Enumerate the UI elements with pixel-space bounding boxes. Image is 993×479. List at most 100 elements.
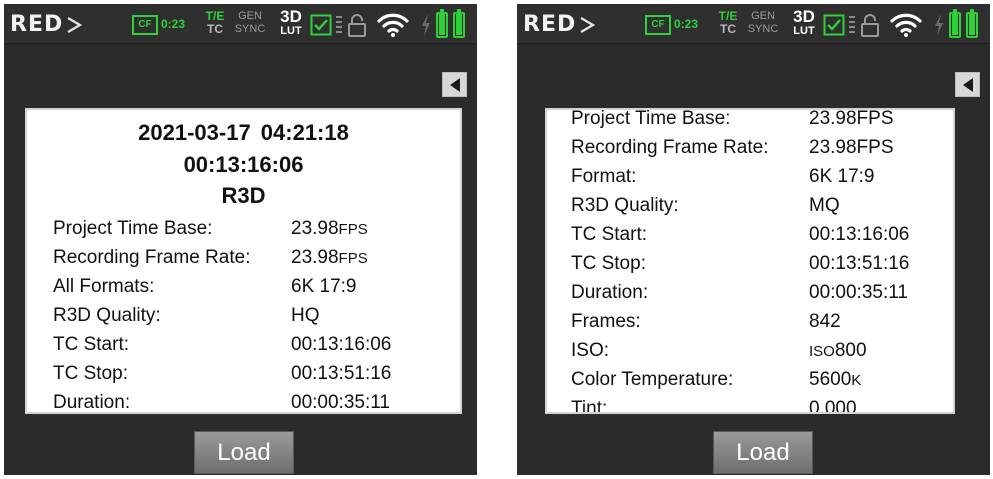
play-arrow-icon (580, 17, 596, 33)
info-value: 842 (809, 311, 841, 332)
info-label: Duration: (571, 282, 649, 303)
info-value: 00:00:35:11 (809, 282, 908, 303)
lightning-bolt-icon (935, 14, 943, 36)
chevron-left-icon (450, 78, 460, 92)
back-button[interactable] (955, 72, 980, 97)
info-row: Duration: 00:00:35:11 (27, 388, 460, 413)
info-value: HQ (291, 305, 320, 326)
clip-info-panel[interactable]: 2021-03-17 04:21:18 00:13:16:06 R3D Proj… (25, 108, 462, 414)
checkbox-icon (823, 14, 845, 36)
info-row: Format: 6K 17:9 (547, 162, 953, 191)
info-row: All Formats: 6K 17:9 (27, 272, 460, 301)
lightning-bolt-icon (422, 14, 430, 36)
info-row: Tint: 0.000 (547, 394, 953, 414)
clip-info-panel[interactable]: Project Time Base: 23.98FPS Recording Fr… (545, 108, 955, 414)
info-row: Project Time Base: 23.98FPS (547, 108, 953, 133)
red-logo: RED (523, 12, 596, 37)
status-bar: RED CF 0:23 T/E TC GEN SYNC 3D LUT (4, 4, 477, 44)
clip-format: R3D (221, 183, 266, 208)
info-label: Tint: (571, 398, 608, 414)
media-badge: CF (132, 15, 158, 35)
info-row: Color Temperature: 5600K (547, 365, 953, 394)
info-value: ISO800 (809, 340, 867, 361)
info-row: ISO: ISO800 (547, 336, 953, 365)
info-label: TC Start: (53, 334, 130, 355)
info-value: 00:13:16:06 (809, 224, 910, 245)
info-value: 5600K (809, 369, 862, 390)
info-label: Recording Frame Rate: (53, 247, 251, 268)
load-button[interactable]: Load (713, 431, 813, 474)
info-label: Color Temperature: (571, 369, 734, 390)
lock-icon (861, 14, 879, 37)
lut-indicator-top: 3D (280, 7, 302, 26)
clip-timecode: 00:13:16:06 (183, 152, 304, 177)
lut-indicator-bottom: LUT (280, 25, 302, 37)
lock-icon (348, 14, 366, 37)
info-row: TC Stop: 00:13:51:16 (27, 359, 460, 388)
info-row: Duration: 00:00:35:11 (547, 278, 953, 307)
sync-indicator: SYNC (234, 23, 266, 35)
tc-indicator: TC (207, 22, 223, 36)
media-badge: CF (645, 15, 671, 35)
info-value: 6K 17:9 (809, 166, 875, 187)
tc-indicator: TC (720, 22, 736, 36)
info-row: R3D Quality: MQ (547, 191, 953, 220)
brand-label: RED (523, 12, 577, 37)
info-value: 00:13:51:16 (809, 253, 910, 274)
info-label: All Formats: (53, 276, 155, 297)
info-label: Recording Frame Rate: (571, 137, 769, 158)
info-row: Recording Frame Rate: 23.98FPS (27, 243, 460, 272)
battery-icon (453, 9, 465, 38)
media-remaining: 0:23 (161, 17, 186, 31)
battery-icon (949, 9, 961, 38)
wifi-icon (890, 13, 922, 37)
battery-icon (966, 9, 978, 38)
info-row: Recording Frame Rate: 23.98FPS (547, 133, 953, 162)
checkbox-icon (310, 14, 332, 36)
clip-info-screen-right: RED CF 0:23 T/E TC GEN SYNC 3D LUT Proje… (517, 4, 990, 475)
play-arrow-icon (67, 17, 83, 33)
red-logo: RED (10, 12, 83, 37)
info-value: 00:13:51:16 (291, 363, 392, 384)
signal-dots-icon (336, 16, 342, 33)
info-row: Project Time Base: 23.98FPS (27, 214, 460, 243)
info-value: 00:13:16:06 (291, 334, 392, 355)
gen-indicator: GEN (751, 10, 775, 22)
info-value: 00:00:35:11 (291, 392, 390, 413)
wifi-icon (377, 13, 409, 37)
battery-icon (436, 9, 448, 38)
media-remaining: 0:23 (674, 17, 699, 31)
info-row: TC Start: 00:13:16:06 (27, 330, 460, 359)
info-value: 23.98FPS (291, 247, 368, 268)
info-label: TC Start: (571, 224, 648, 245)
info-value: MQ (809, 195, 840, 216)
info-label: TC Stop: (571, 253, 646, 274)
load-button[interactable]: Load (194, 431, 294, 474)
info-row: TC Stop: 00:13:51:16 (547, 249, 953, 278)
clip-info-list: Project Time Base: 23.98FPS Recording Fr… (27, 214, 460, 413)
info-row: TC Start: 00:13:16:06 (547, 220, 953, 249)
info-label: R3D Quality: (53, 305, 161, 326)
sync-indicator: SYNC (747, 23, 779, 35)
lut-indicator-top: 3D (793, 7, 815, 26)
clip-datetime: 2021-03-17 04:21:18 (138, 120, 349, 145)
lut-indicator-bottom: LUT (793, 25, 815, 37)
info-value: 23.98FPS (809, 137, 894, 158)
info-label: Format: (571, 166, 637, 187)
info-label: Project Time Base: (53, 218, 213, 239)
info-row: Frames: 842 (547, 307, 953, 336)
gen-indicator: GEN (238, 10, 262, 22)
info-label: Duration: (53, 392, 131, 413)
info-label: Frames: (571, 311, 641, 332)
info-label: Project Time Base: (571, 108, 731, 129)
info-label: TC Stop: (53, 363, 128, 384)
brand-label: RED (10, 12, 64, 37)
signal-dots-icon (849, 16, 855, 33)
info-value: 23.98FPS (291, 218, 368, 239)
clip-info-list: Project Time Base: 23.98FPS Recording Fr… (547, 108, 953, 414)
info-label: ISO: (571, 340, 610, 361)
back-button[interactable] (442, 72, 467, 97)
chevron-left-icon (963, 78, 973, 92)
info-row: R3D Quality: HQ (27, 301, 460, 330)
status-bar: RED CF 0:23 T/E TC GEN SYNC 3D LUT (517, 4, 990, 44)
